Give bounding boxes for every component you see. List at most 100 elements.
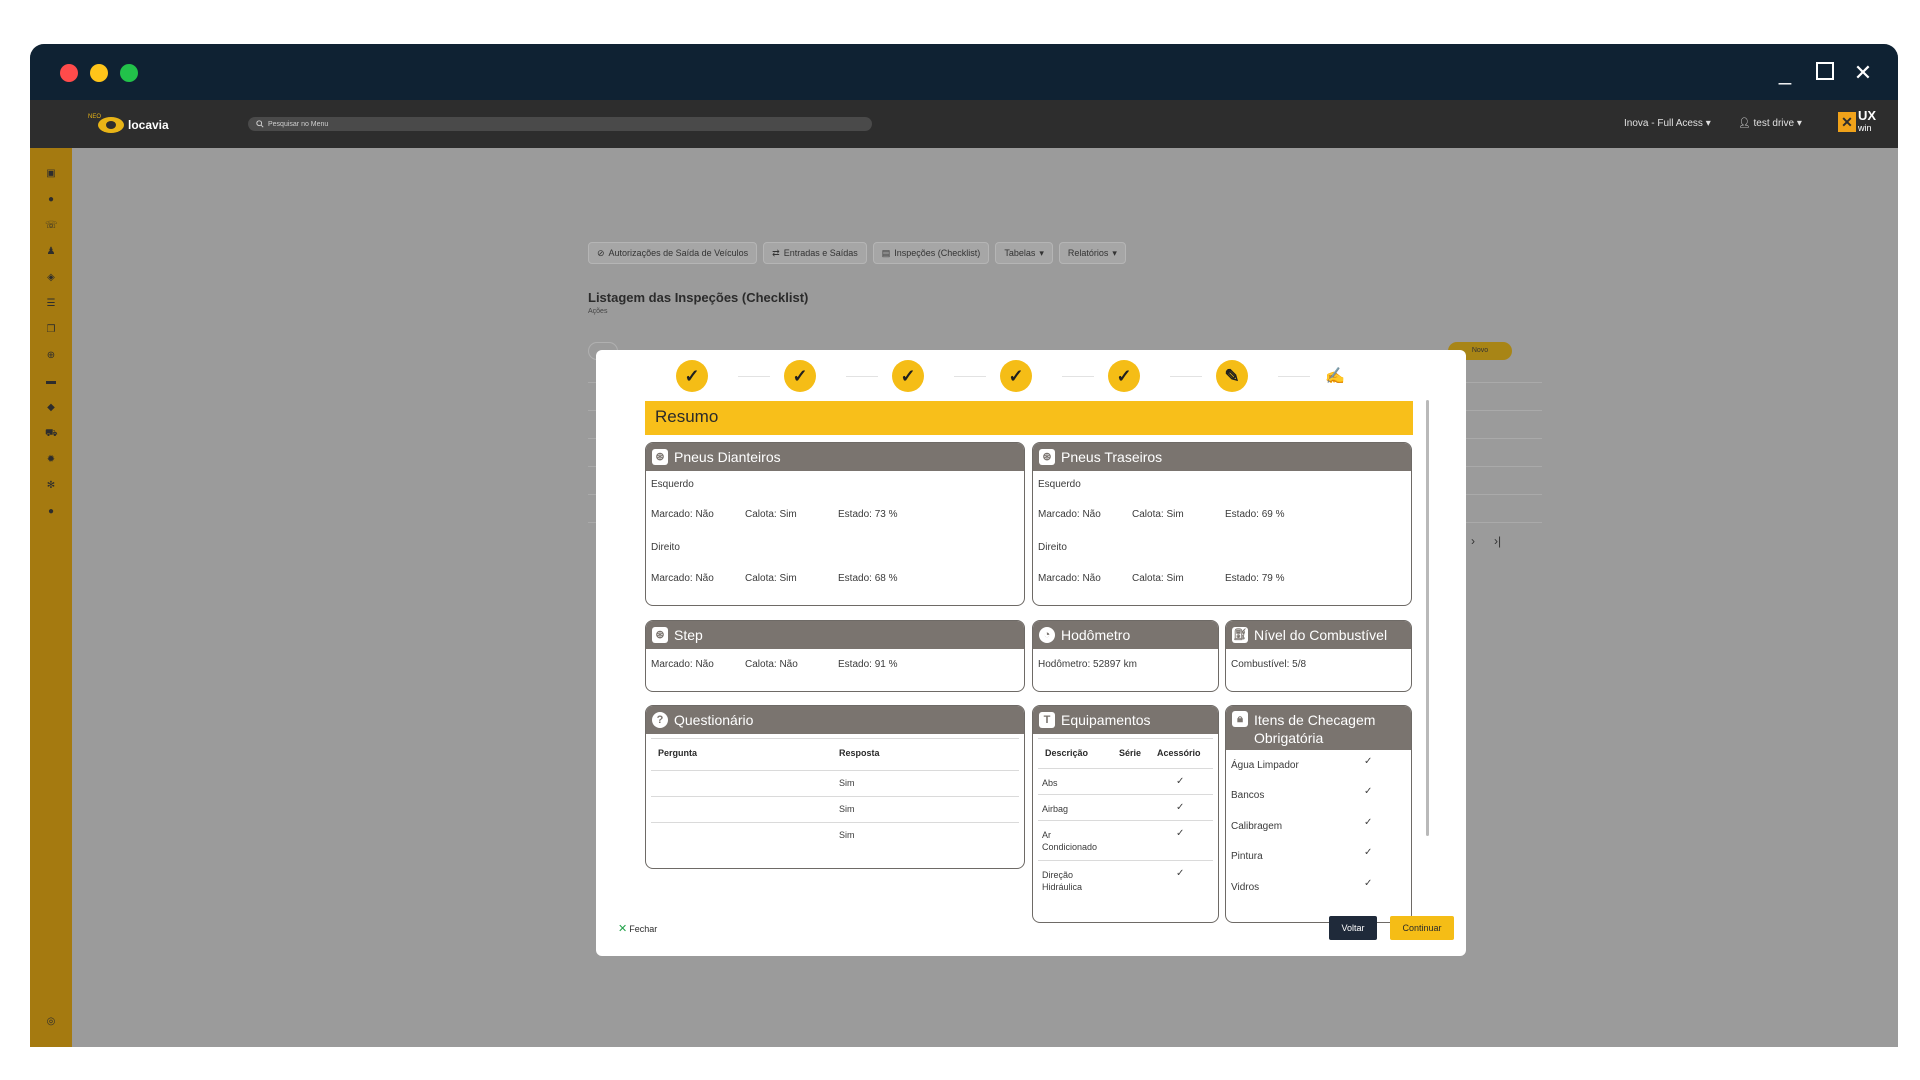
info-icon[interactable]: ● [45,194,57,206]
gear-icon[interactable]: ✹ [45,454,57,466]
card-header: 🔒︎ Itens de Checagem Obrigatória [1226,706,1411,750]
maximize-icon[interactable] [1812,60,1838,86]
copy-icon[interactable]: ❐ [45,324,57,336]
card-title-line1: Itens de Checagem [1254,712,1376,728]
brand-logo[interactable]: locavia [98,114,169,136]
maximize-window-dot[interactable] [120,64,138,82]
money-icon[interactable]: ⊕ [45,350,57,362]
dashboard-icon[interactable]: ▣ [45,168,57,180]
search-input[interactable]: Pesquisar no Menu [248,117,872,131]
car-icon[interactable]: ⛟ [45,428,58,440]
check-icon: ✓ [684,365,700,386]
profile-selector[interactable]: Inova - Full Acess ▾ [1624,118,1711,129]
card-title: Pneus Dianteiros [674,449,781,465]
table-divider [651,770,1019,771]
modal-scrollbar[interactable] [1426,400,1429,836]
user-menu[interactable]: 👤︎ test drive ▾ [1738,118,1802,129]
step-2-done[interactable]: ✓ [784,360,816,392]
wizard-stepper: ✓ ✓ ✓ ✓ ✓ ✎ ✍ [676,360,1356,394]
check-icon: ✓ [1176,776,1185,787]
card-title: Step [674,627,703,643]
close-icon[interactable]: ✕ [1850,60,1876,86]
marcado-value: Marcado: Não [651,573,714,584]
network-icon[interactable]: ✻ [45,480,57,492]
col-acessorio: Acessório [1157,748,1201,758]
close-window-dot[interactable] [60,64,78,82]
table-divider [651,796,1019,797]
resumo-header: Resumo [645,401,1413,435]
brand-name: locavia [128,118,169,132]
truck-icon[interactable]: ▬ [45,376,57,388]
close-modal-button[interactable]: ✕ Fechar [618,922,657,935]
nav-label: Tabelas [1004,248,1036,258]
check-item: Vidros [1231,882,1260,893]
estado-value: Estado: 91 % [838,659,898,670]
step-4-done[interactable]: ✓ [1000,360,1032,392]
last-page-icon[interactable]: ›| [1494,534,1501,548]
signature-icon: ✍ [1325,368,1345,385]
minimize-icon[interactable]: _ [1772,60,1798,86]
nav-entradas-saidas[interactable]: ⇄ Entradas e Saídas [763,242,867,264]
answer-value: Sim [839,804,855,814]
step-6-current[interactable]: ✎ [1216,360,1248,392]
card-header: ⊛ Pneus Traseiros [1033,443,1411,471]
equip-name: Abs [1042,778,1058,788]
nav-label: Relatórios [1067,248,1109,258]
wrench-icon: T [1039,712,1055,728]
tire-icon: ⊛ [652,449,668,465]
next-page-icon[interactable]: › [1471,534,1475,548]
minimize-window-dot[interactable] [90,64,108,82]
step-1-done[interactable]: ✓ [676,360,708,392]
check-icon: ✓ [792,365,808,386]
car-settings-icon[interactable]: ◆ [45,402,57,414]
inspection-summary-modal: ✓ ✓ ✓ ✓ ✓ ✎ ✍ Resumo ⊛ Pneus Dianteiros … [596,350,1466,956]
chevron-down-icon: ▾ [1705,118,1711,129]
page-title: Listagem das Inspeções (Checklist) [588,290,809,305]
nav-autorizacoes[interactable]: ⊘ Autorizações de Saída de Veículos [588,242,758,264]
step-connector [846,376,878,377]
nav-tabelas[interactable]: Tabelas ▾ [995,242,1053,264]
whatsapp-icon[interactable]: ◎ [45,1016,57,1028]
app-header: locavia NEO Pesquisar no Menu Inova - Fu… [30,100,1898,148]
marcado-value: Marcado: Não [651,659,714,670]
card-title: Equipamentos [1061,712,1151,728]
list-icon[interactable]: ☰ [45,298,57,310]
speedometer-icon: ◔ [1039,627,1055,643]
user-icon: 👤︎ [1738,118,1754,129]
step-connector [954,376,986,377]
phone-icon[interactable]: ☏ [45,220,58,232]
clipboard-icon: ▤ [881,247,891,258]
chevron-down-icon: ▾ [1039,247,1044,258]
equip-name: Direção [1042,870,1074,880]
table-divider [1038,820,1213,821]
col-serie: Série [1119,748,1142,758]
card-header: ⊛ Step [646,621,1024,649]
nav-relatorios[interactable]: Relatórios ▾ [1058,242,1126,264]
card-pneus-traseiros: ⊛ Pneus Traseiros Esquerdo Marcado: Não … [1032,442,1412,606]
search-icon [256,120,264,128]
step-3-done[interactable]: ✓ [892,360,924,392]
marcado-value: Marcado: Não [651,509,714,520]
card-title: Pneus Traseiros [1061,449,1163,465]
help-icon[interactable]: ● [45,506,57,518]
card-pneus-dianteiros: ⊛ Pneus Dianteiros Esquerdo Marcado: Não… [645,442,1025,606]
car-search-icon[interactable]: ◈ [45,272,57,284]
nav-inspecoes[interactable]: ▤ Inspeções (Checklist) [872,242,990,264]
equip-name: Airbag [1042,804,1069,814]
check-item: Pintura [1231,851,1263,862]
table-divider [651,822,1019,823]
vendor-bottom: win [1858,123,1872,133]
check-icon: ✓ [900,365,916,386]
back-button[interactable]: Voltar [1329,916,1377,940]
card-title: Questionário [674,712,754,728]
top-navigation: ⊘ Autorizações de Saída de Veículos ⇄ En… [588,242,1126,264]
continue-button[interactable]: Continuar [1390,916,1454,940]
vendor-top: UX [1858,108,1877,123]
lock-icon: 🔒︎ [1232,711,1248,727]
user-key-icon[interactable]: ♟ [45,246,57,258]
step-5-done[interactable]: ✓ [1108,360,1140,392]
tire-icon: ⊛ [1039,449,1055,465]
check-icon: ✓ [1364,847,1373,858]
check-circle-icon: ⊘ [597,247,605,258]
step-7-signature[interactable]: ✍ [1324,366,1346,386]
